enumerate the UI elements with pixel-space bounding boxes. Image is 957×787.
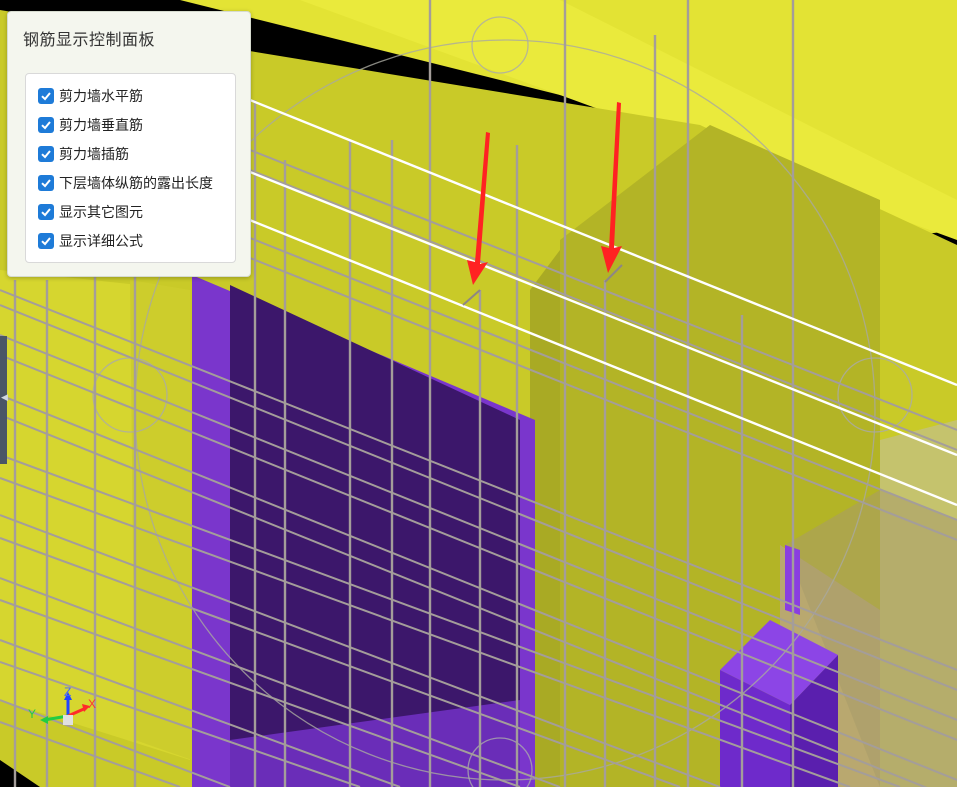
checkbox-checked-icon[interactable] — [38, 204, 54, 220]
axis-x-label: X — [88, 697, 96, 711]
checkbox-checked-icon[interactable] — [38, 117, 54, 133]
option-show-detailed-formula[interactable]: 显示详细公式 — [38, 231, 143, 251]
option-shear-wall-dowel-rebar[interactable]: 剪力墙插筋 — [38, 144, 129, 164]
checkbox-checked-icon[interactable] — [38, 88, 54, 104]
option-show-other-elements[interactable]: 显示其它图元 — [38, 202, 143, 222]
checkbox-checked-icon[interactable] — [38, 175, 54, 191]
option-label: 剪力墙水平筋 — [59, 88, 143, 104]
option-lower-wall-rebar-exposed-length[interactable]: 下层墙体纵筋的露出长度 — [38, 173, 213, 193]
axis-gizmo: Z X Y — [28, 686, 96, 725]
axis-z-label: Z — [64, 686, 71, 699]
options-group: 剪力墙水平筋 剪力墙垂直筋 剪力墙插筋 下层墙体纵筋的露出长度 显示其它图元 显… — [25, 73, 236, 263]
rebar-display-control-panel: 钢筋显示控制面板 剪力墙水平筋 剪力墙垂直筋 剪力墙插筋 下层墙体纵筋的露出长度… — [7, 11, 251, 277]
axis-y-label: Y — [28, 707, 36, 721]
option-label: 显示其它图元 — [59, 204, 143, 220]
option-shear-wall-horizontal-rebar[interactable]: 剪力墙水平筋 — [38, 86, 143, 106]
checkbox-checked-icon[interactable] — [38, 146, 54, 162]
option-label: 剪力墙垂直筋 — [59, 117, 143, 133]
option-label: 显示详细公式 — [59, 233, 143, 249]
option-label: 剪力墙插筋 — [59, 146, 129, 162]
panel-title: 钢筋显示控制面板 — [23, 32, 156, 49]
option-label: 下层墙体纵筋的露出长度 — [59, 175, 213, 191]
sidebar-collapse-handle[interactable]: ◀ — [0, 336, 8, 464]
checkbox-checked-icon[interactable] — [38, 233, 54, 249]
option-shear-wall-vertical-rebar[interactable]: 剪力墙垂直筋 — [38, 115, 143, 135]
